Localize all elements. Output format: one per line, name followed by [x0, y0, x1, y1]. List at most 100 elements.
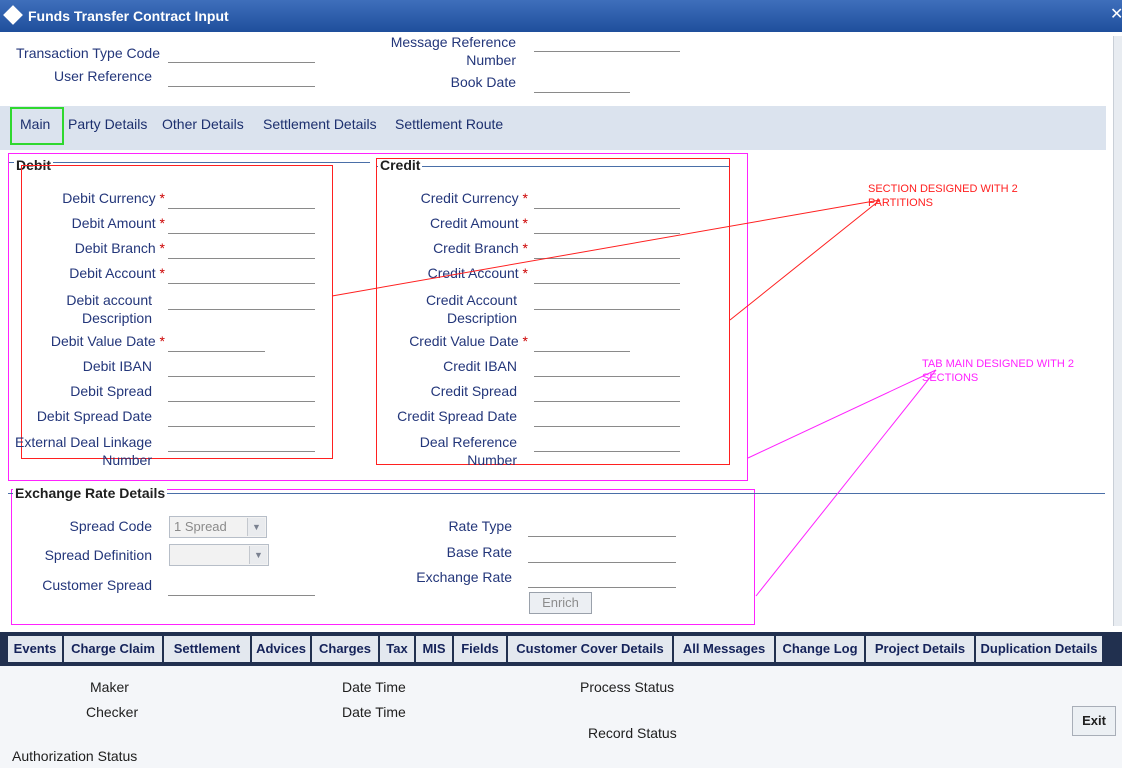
- debit-value-date-input[interactable]: [168, 332, 265, 352]
- mis-button[interactable]: MIS: [416, 636, 454, 662]
- debit-value-date-label: Debit Value Date *: [50, 333, 165, 349]
- debit-currency-label: Debit Currency *: [62, 190, 165, 206]
- enrich-button[interactable]: Enrich: [529, 592, 592, 614]
- base-rate-label: Base Rate: [446, 544, 512, 560]
- annotation-line-main: [747, 369, 937, 459]
- exchange-rate-input[interactable]: [528, 568, 676, 588]
- credit-spread-label: Credit Spread: [430, 383, 517, 399]
- rate-type-label: Rate Type: [448, 518, 512, 534]
- debit-spread-date-input[interactable]: [168, 407, 315, 427]
- debit-branch-label: Debit Branch *: [74, 240, 165, 256]
- tab-sections-annotation: TAB MAIN DESIGNED WITH 2 SECTIONS: [922, 358, 1074, 384]
- book-date-label: Book Date: [450, 74, 516, 90]
- debit-account-description-input[interactable]: [168, 290, 315, 310]
- credit-currency-label: Credit Currency *: [420, 190, 528, 206]
- book-date-input[interactable]: [534, 73, 630, 93]
- window-title-bar: Funds Transfer Contract Input ✕: [0, 0, 1122, 32]
- charges-button[interactable]: Charges: [312, 636, 380, 662]
- app-diamond-icon: [3, 5, 23, 25]
- message-reference-input[interactable]: [534, 32, 680, 52]
- annotation-line-credit: [729, 199, 881, 321]
- credit-amount-input[interactable]: [534, 214, 680, 234]
- spread-code-value: 1 Spread: [174, 519, 227, 534]
- user-reference-label: User Reference: [53, 68, 152, 84]
- tab-other-details[interactable]: Other Details: [162, 116, 244, 132]
- debit-iban-input[interactable]: [168, 357, 315, 377]
- credit-account-label: Credit Account *: [427, 265, 528, 281]
- annotation-line-exchange: [755, 369, 937, 597]
- debit-account-description-label: Debit account Description: [66, 292, 152, 326]
- debit-spread-date-label: Debit Spread Date: [36, 408, 152, 424]
- debit-spread-label: Debit Spread: [70, 383, 152, 399]
- deal-reference-label: Deal Reference Number: [419, 434, 517, 468]
- credit-value-date-label: Credit Value Date *: [409, 333, 528, 349]
- close-icon[interactable]: ✕: [1110, 4, 1122, 24]
- credit-spread-date-input[interactable]: [534, 407, 680, 427]
- external-deal-linkage-input[interactable]: [168, 432, 315, 452]
- window-title: Funds Transfer Contract Input: [28, 8, 229, 24]
- rate-type-input[interactable]: [528, 517, 676, 537]
- exchange-section-line: [8, 493, 1105, 494]
- debit-iban-label: Debit IBAN: [82, 358, 152, 374]
- process-status-label: Process Status: [580, 679, 675, 695]
- spread-definition-label: Spread Definition: [44, 547, 152, 563]
- tab-settlement-route[interactable]: Settlement Route: [395, 116, 503, 132]
- credit-iban-label: Credit IBAN: [443, 358, 517, 374]
- debit-amount-label: Debit Amount *: [71, 215, 165, 231]
- debit-account-label: Debit Account *: [69, 265, 165, 281]
- user-reference-input[interactable]: [168, 67, 315, 87]
- all-messages-button[interactable]: All Messages: [674, 636, 776, 662]
- credit-iban-input[interactable]: [534, 357, 680, 377]
- record-status-label: Record Status: [588, 725, 677, 741]
- credit-branch-input[interactable]: [534, 239, 680, 259]
- deal-reference-input[interactable]: [534, 432, 680, 452]
- exchange-rate-label: Exchange Rate: [416, 569, 512, 585]
- events-button[interactable]: Events: [8, 636, 64, 662]
- debit-account-input[interactable]: [168, 264, 315, 284]
- credit-account-description-label: Credit Account Description: [425, 292, 517, 326]
- credit-amount-label: Credit Amount *: [429, 215, 528, 231]
- debit-spread-input[interactable]: [168, 382, 315, 402]
- chevron-down-icon: ▼: [249, 546, 267, 564]
- external-deal-linkage-label: External Deal Linkage Number: [15, 434, 152, 468]
- transaction-type-code-label: Transaction Type Code: [16, 45, 160, 61]
- advices-button[interactable]: Advices: [252, 636, 312, 662]
- credit-currency-input[interactable]: [534, 189, 680, 209]
- tab-party-details[interactable]: Party Details: [68, 116, 147, 132]
- chevron-down-icon: ▼: [247, 518, 265, 536]
- maker-label: Maker: [90, 679, 129, 695]
- project-details-button[interactable]: Project Details: [866, 636, 976, 662]
- customer-spread-label: Customer Spread: [42, 577, 152, 593]
- duplication-details-button[interactable]: Duplication Details: [976, 636, 1104, 662]
- customer-cover-details-button[interactable]: Customer Cover Details: [508, 636, 674, 662]
- tab-main[interactable]: Main: [20, 116, 50, 132]
- debit-currency-input[interactable]: [168, 189, 315, 209]
- spread-definition-select[interactable]: ▼: [169, 544, 269, 566]
- debit-amount-input[interactable]: [168, 214, 315, 234]
- credit-account-input[interactable]: [534, 264, 680, 284]
- audit-footer: [0, 666, 1122, 768]
- checker-label: Checker: [86, 704, 139, 720]
- debit-branch-input[interactable]: [168, 239, 315, 259]
- credit-branch-label: Credit Branch *: [433, 240, 528, 256]
- tax-button[interactable]: Tax: [380, 636, 416, 662]
- credit-account-description-input[interactable]: [534, 290, 680, 310]
- section-partitions-annotation: SECTION DESIGNED WITH 2 PARTITIONS: [868, 183, 1018, 209]
- fields-button[interactable]: Fields: [454, 636, 508, 662]
- credit-value-date-input[interactable]: [534, 332, 630, 352]
- change-log-button[interactable]: Change Log: [776, 636, 866, 662]
- maker-date-time-label: Date Time: [342, 679, 406, 695]
- checker-date-time-label: Date Time: [342, 704, 406, 720]
- transaction-type-code-input[interactable]: [168, 43, 315, 63]
- settlement-button[interactable]: Settlement: [164, 636, 252, 662]
- exit-button[interactable]: Exit: [1072, 706, 1116, 736]
- customer-spread-input[interactable]: [168, 576, 315, 596]
- spread-code-label: Spread Code: [69, 518, 152, 534]
- spread-code-select[interactable]: 1 Spread ▼: [169, 516, 267, 538]
- credit-spread-date-label: Credit Spread Date: [397, 408, 517, 424]
- vertical-scrollbar[interactable]: [1113, 36, 1122, 626]
- tab-settlement-details[interactable]: Settlement Details: [263, 116, 377, 132]
- base-rate-input[interactable]: [528, 543, 676, 563]
- credit-spread-input[interactable]: [534, 382, 680, 402]
- charge-claim-button[interactable]: Charge Claim: [64, 636, 164, 662]
